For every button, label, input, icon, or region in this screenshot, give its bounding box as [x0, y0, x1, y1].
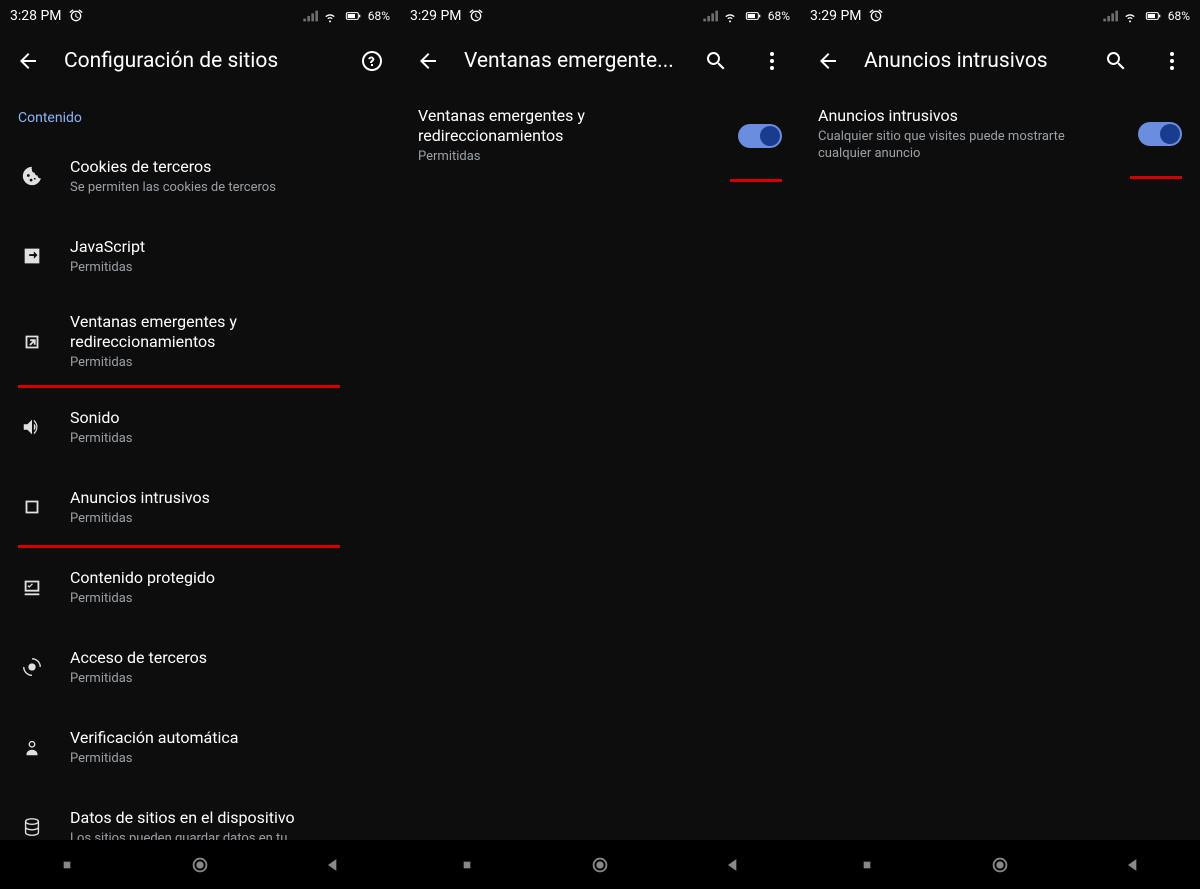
cookie-icon: [18, 165, 46, 187]
pane-ads: 3:29 PM 68% Anuncios intrusivos Anuncios…: [800, 0, 1200, 840]
row-sub: Permitidas: [70, 590, 382, 607]
nav-recent-button[interactable]: [447, 845, 487, 885]
annotation-underline: [1130, 176, 1182, 179]
toggle-row-popups[interactable]: Ventanas emergentes y redireccionamiento…: [400, 90, 800, 181]
row-title: Datos de sitios en el dispositivo: [70, 808, 382, 828]
toggle-row-ads[interactable]: Anuncios intrusivos Cualquier sitio que …: [800, 90, 1200, 178]
js-icon: [18, 245, 46, 267]
page-title: Configuración de sitios: [64, 49, 336, 73]
nav-home-button[interactable]: [580, 845, 620, 885]
row-title: Verificación automática: [70, 728, 382, 748]
search-button[interactable]: [696, 41, 736, 81]
page-title: Ventanas emergente...: [464, 49, 680, 73]
toggle-sub: Permitidas: [418, 148, 714, 165]
app-bar: Anuncios intrusivos: [800, 32, 1200, 90]
row-title: Sonido: [70, 408, 382, 428]
row-sub: Permitidas: [70, 259, 382, 276]
status-time: 3:29 PM: [810, 8, 862, 24]
toggle-switch[interactable]: [1138, 122, 1182, 146]
section-header: Contenido: [0, 90, 400, 136]
nav-back-button[interactable]: [1113, 845, 1153, 885]
annotation-underline: [730, 179, 782, 182]
row-title: Acceso de terceros: [70, 648, 382, 668]
status-bar: 3:28 PM 68%: [0, 0, 400, 32]
row-sub: Permitidas: [70, 510, 382, 527]
nav-back-button[interactable]: [713, 845, 753, 885]
battery-icon: [1142, 8, 1164, 24]
alarm-icon: [68, 8, 84, 24]
row-title: Ventanas emergentes y redireccionamiento…: [70, 312, 382, 352]
back-button[interactable]: [808, 41, 848, 81]
popup-icon: [18, 331, 46, 353]
toggle-title: Ventanas emergentes y redireccionamiento…: [418, 106, 714, 146]
pane-site-settings: 3:28 PM 68% Configuración de sitios Cont…: [0, 0, 400, 840]
wifi-icon: [722, 8, 738, 24]
row-sub: Permitidas: [70, 750, 382, 767]
settings-row-js[interactable]: JavaScript Permitidas: [0, 216, 400, 296]
sound-icon: [18, 416, 46, 438]
verify-icon: [18, 736, 46, 758]
alarm-icon: [868, 8, 884, 24]
page-title: Anuncios intrusivos: [864, 49, 1080, 73]
row-title: JavaScript: [70, 237, 382, 257]
pane-popups: 3:29 PM 68% Ventanas emergente... Ventan…: [400, 0, 800, 840]
settings-row-ads[interactable]: Anuncios intrusivos Permitidas: [0, 467, 400, 547]
settings-row-cookie[interactable]: Cookies de terceros Se permiten las cooki…: [0, 136, 400, 216]
settings-row-popup[interactable]: Ventanas emergentes y redireccionamiento…: [0, 296, 400, 387]
more-button[interactable]: [1152, 41, 1192, 81]
row-title: Anuncios intrusivos: [70, 488, 382, 508]
nav-back-button[interactable]: [313, 845, 353, 885]
status-bar: 3:29 PM 68%: [800, 0, 1200, 32]
row-sub: Permitidas: [70, 430, 382, 447]
status-time: 3:28 PM: [10, 8, 62, 24]
signal-icon: [1102, 8, 1118, 24]
wifi-icon: [322, 8, 338, 24]
battery-percent: 68%: [368, 9, 390, 23]
battery-icon: [342, 8, 364, 24]
battery-icon: [742, 8, 764, 24]
ads-icon: [18, 496, 46, 518]
toggle-sub: Cualquier sitio que visites puede mostra…: [818, 128, 1114, 162]
protected-icon: [18, 576, 46, 598]
status-bar: 3:29 PM 68%: [400, 0, 800, 32]
settings-list: Cookies de terceros Se permiten las cooki…: [0, 136, 400, 867]
search-button[interactable]: [1096, 41, 1136, 81]
nav-home-button[interactable]: [980, 845, 1020, 885]
row-sub: Permitidas: [70, 670, 382, 687]
battery-percent: 68%: [1168, 9, 1190, 23]
access-icon: [18, 656, 46, 678]
battery-percent: 68%: [768, 9, 790, 23]
settings-row-access[interactable]: Acceso de terceros Permitidas: [0, 627, 400, 707]
system-nav-bar: [0, 840, 1200, 889]
nav-recent-button[interactable]: [47, 845, 87, 885]
settings-row-protected[interactable]: Contenido protegido Permitidas: [0, 547, 400, 627]
row-title: Contenido protegido: [70, 568, 382, 588]
help-button[interactable]: [352, 41, 392, 81]
row-sub: Permitidas: [70, 354, 382, 371]
back-button[interactable]: [408, 41, 448, 81]
more-button[interactable]: [752, 41, 792, 81]
toggle-switch[interactable]: [738, 124, 782, 148]
wifi-icon: [1122, 8, 1138, 24]
app-bar: Configuración de sitios: [0, 32, 400, 90]
status-time: 3:29 PM: [410, 8, 462, 24]
back-button[interactable]: [8, 41, 48, 81]
nav-home-button[interactable]: [180, 845, 220, 885]
row-title: Cookies de terceros: [70, 157, 382, 177]
signal-icon: [302, 8, 318, 24]
row-sub: Se permiten las cookies de terceros: [70, 179, 382, 196]
settings-row-sound[interactable]: Sonido Permitidas: [0, 387, 400, 467]
nav-recent-button[interactable]: [847, 845, 887, 885]
data-icon: [18, 816, 46, 838]
app-bar: Ventanas emergente...: [400, 32, 800, 90]
toggle-title: Anuncios intrusivos: [818, 106, 1114, 126]
settings-row-verify[interactable]: Verificación automática Permitidas: [0, 707, 400, 787]
signal-icon: [702, 8, 718, 24]
alarm-icon: [468, 8, 484, 24]
